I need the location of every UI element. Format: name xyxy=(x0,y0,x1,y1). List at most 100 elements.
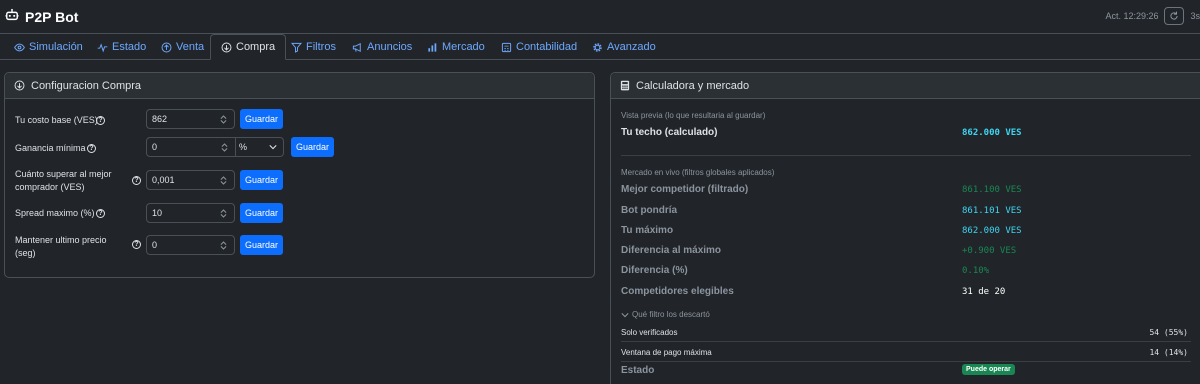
filter-value-verificados: 54 (55%) xyxy=(1149,328,1188,337)
chevron-down-icon xyxy=(621,312,629,317)
row-label-diferencia-pct: Diferencia (%) xyxy=(621,265,688,276)
chevron-down-icon xyxy=(269,145,277,150)
guardar-mantener-button[interactable]: Guardar xyxy=(240,235,283,255)
tab-simulacion[interactable]: Simulación xyxy=(14,34,83,60)
spinner-icon[interactable] xyxy=(220,208,227,219)
top-bar: P2P Bot Act. 12:29:26 3s xyxy=(0,0,1200,34)
row-label-mejor-competidor: Mejor competidor (filtrado) xyxy=(621,184,749,195)
row-label-tu-maximo: Tu máximo xyxy=(621,225,674,236)
select-value: % xyxy=(239,142,248,152)
costo-base-input[interactable]: 862 xyxy=(146,109,235,129)
divider xyxy=(621,341,1191,342)
config-card: Configuracion Compra Tu costo base (VES)… xyxy=(4,72,595,278)
superar-input[interactable]: 0,001 xyxy=(146,170,235,190)
spread-input[interactable]: 10 xyxy=(146,203,235,223)
field-label-costo-base: Tu costo base (VES) xyxy=(15,115,98,125)
tab-label: Compra xyxy=(236,41,276,53)
spinner-icon[interactable] xyxy=(221,142,228,153)
guardar-ganancia-button[interactable]: Guardar xyxy=(291,137,334,157)
filter-label-verificados: Solo verificados xyxy=(621,328,678,337)
spinner-icon[interactable] xyxy=(220,114,227,125)
bar-chart-icon xyxy=(428,42,437,52)
input-value: 0 xyxy=(152,142,158,152)
tab-avanzado[interactable]: Avanzado xyxy=(592,34,656,60)
tab-label: Estado xyxy=(112,41,147,53)
tab-mercado[interactable]: Mercado xyxy=(427,34,485,60)
help-icon[interactable]: ? xyxy=(132,240,141,249)
guardar-spread-button[interactable]: Guardar xyxy=(240,203,283,223)
tab-label: Venta xyxy=(176,41,205,53)
tab-label: Mercado xyxy=(442,41,485,53)
arrow-up-circle-icon xyxy=(161,42,172,52)
tab-filtros[interactable]: Filtros xyxy=(291,34,336,60)
row-value-diferencia-pct: 0.10% xyxy=(962,266,990,276)
row-value-tu-maximo: 862.000 VES xyxy=(962,226,1022,236)
calculator-icon xyxy=(501,42,512,52)
guardar-costo-base-button[interactable]: Guardar xyxy=(240,109,283,129)
mantener-input[interactable]: 0 xyxy=(146,235,235,255)
field-label-superar: Cuánto superar al mejor comprador (VES) xyxy=(15,169,112,192)
tab-label: Anuncios xyxy=(367,41,413,53)
app-title: P2P Bot xyxy=(25,8,79,25)
last-updated: Act. 12:29:26 xyxy=(1105,11,1159,21)
field-label-mantener: Mantener ultimo precio (seg) xyxy=(15,235,107,258)
tab-venta[interactable]: Venta xyxy=(161,34,204,60)
tab-bar: Simulación Estado Venta Compra Filtros A… xyxy=(0,34,1200,60)
funnel-icon xyxy=(291,42,302,53)
calc-card: Calculadora y mercado Vista previa (lo q… xyxy=(610,72,1200,384)
input-value: 10 xyxy=(152,208,163,218)
tab-label: Avanzado xyxy=(607,41,656,53)
estado-label: Estado xyxy=(621,365,655,376)
tab-label: Contabilidad xyxy=(516,41,578,53)
filter-toggle[interactable]: Qué filtro los descartó xyxy=(621,310,710,319)
arrow-down-circle-icon xyxy=(14,80,25,91)
status-badge: Puede operar xyxy=(962,364,1015,375)
tab-compra[interactable]: Compra xyxy=(210,34,287,60)
tab-contabilidad[interactable]: Contabilidad xyxy=(501,34,577,60)
spinner-icon[interactable] xyxy=(220,175,227,186)
gear-icon xyxy=(593,42,602,52)
ganancia-unit-select[interactable]: % xyxy=(235,137,284,157)
tab-label: Simulación xyxy=(29,41,83,53)
help-icon[interactable]: ? xyxy=(96,116,105,125)
brand[interactable]: P2P Bot xyxy=(5,8,78,25)
preview-caption: Vista previa (lo que resultaria al guard… xyxy=(621,111,766,120)
calc-title: Calculadora y mercado xyxy=(636,79,750,92)
robot-icon xyxy=(5,8,19,25)
techo-label: Tu techo (calculado) xyxy=(621,127,718,138)
calculator-icon xyxy=(620,80,630,91)
calc-card-header: Calculadora y mercado xyxy=(611,73,1200,99)
divider xyxy=(621,361,1191,362)
divider xyxy=(621,155,1191,156)
filter-toggle-label: Qué filtro los descartó xyxy=(632,310,710,319)
arrow-down-circle-icon xyxy=(221,42,232,52)
help-icon[interactable]: ? xyxy=(87,144,96,153)
tab-label: Filtros xyxy=(306,41,336,53)
refresh-icon xyxy=(1170,11,1179,20)
activity-icon xyxy=(97,42,108,52)
refresh-button[interactable] xyxy=(1164,7,1185,25)
config-title: Configuracion Compra xyxy=(31,79,142,92)
row-value-bot-pondria: 861.101 VES xyxy=(962,206,1022,216)
tab-estado[interactable]: Estado xyxy=(97,34,146,60)
market-caption: Mercado en vivo (filtros globales aplica… xyxy=(621,168,775,177)
input-value: 0,001 xyxy=(152,175,175,185)
input-value: 0 xyxy=(152,240,158,250)
config-card-header: Configuracion Compra xyxy=(5,73,594,99)
row-label-bot-pondria: Bot pondría xyxy=(621,205,678,216)
techo-value: 862.000 VES xyxy=(962,128,1022,138)
eye-icon xyxy=(14,43,25,51)
ganancia-minima-input[interactable]: 0 xyxy=(146,137,236,157)
input-value: 862 xyxy=(152,114,168,124)
filter-value-ventana: 14 (14%) xyxy=(1149,348,1188,357)
filter-label-ventana: Ventana de pago máxima xyxy=(621,348,712,357)
row-label-competidores: Competidores elegibles xyxy=(621,286,734,297)
help-icon[interactable]: ? xyxy=(96,209,105,218)
field-label-spread: Spread maximo (%) xyxy=(15,208,95,218)
row-value-diferencia-maximo: +0.900 VES xyxy=(962,246,1017,256)
spinner-icon[interactable] xyxy=(220,240,227,251)
guardar-superar-button[interactable]: Guardar xyxy=(240,170,283,190)
tab-anuncios[interactable]: Anuncios xyxy=(352,34,412,60)
help-icon[interactable]: ? xyxy=(132,176,141,185)
megaphone-icon xyxy=(352,42,361,52)
